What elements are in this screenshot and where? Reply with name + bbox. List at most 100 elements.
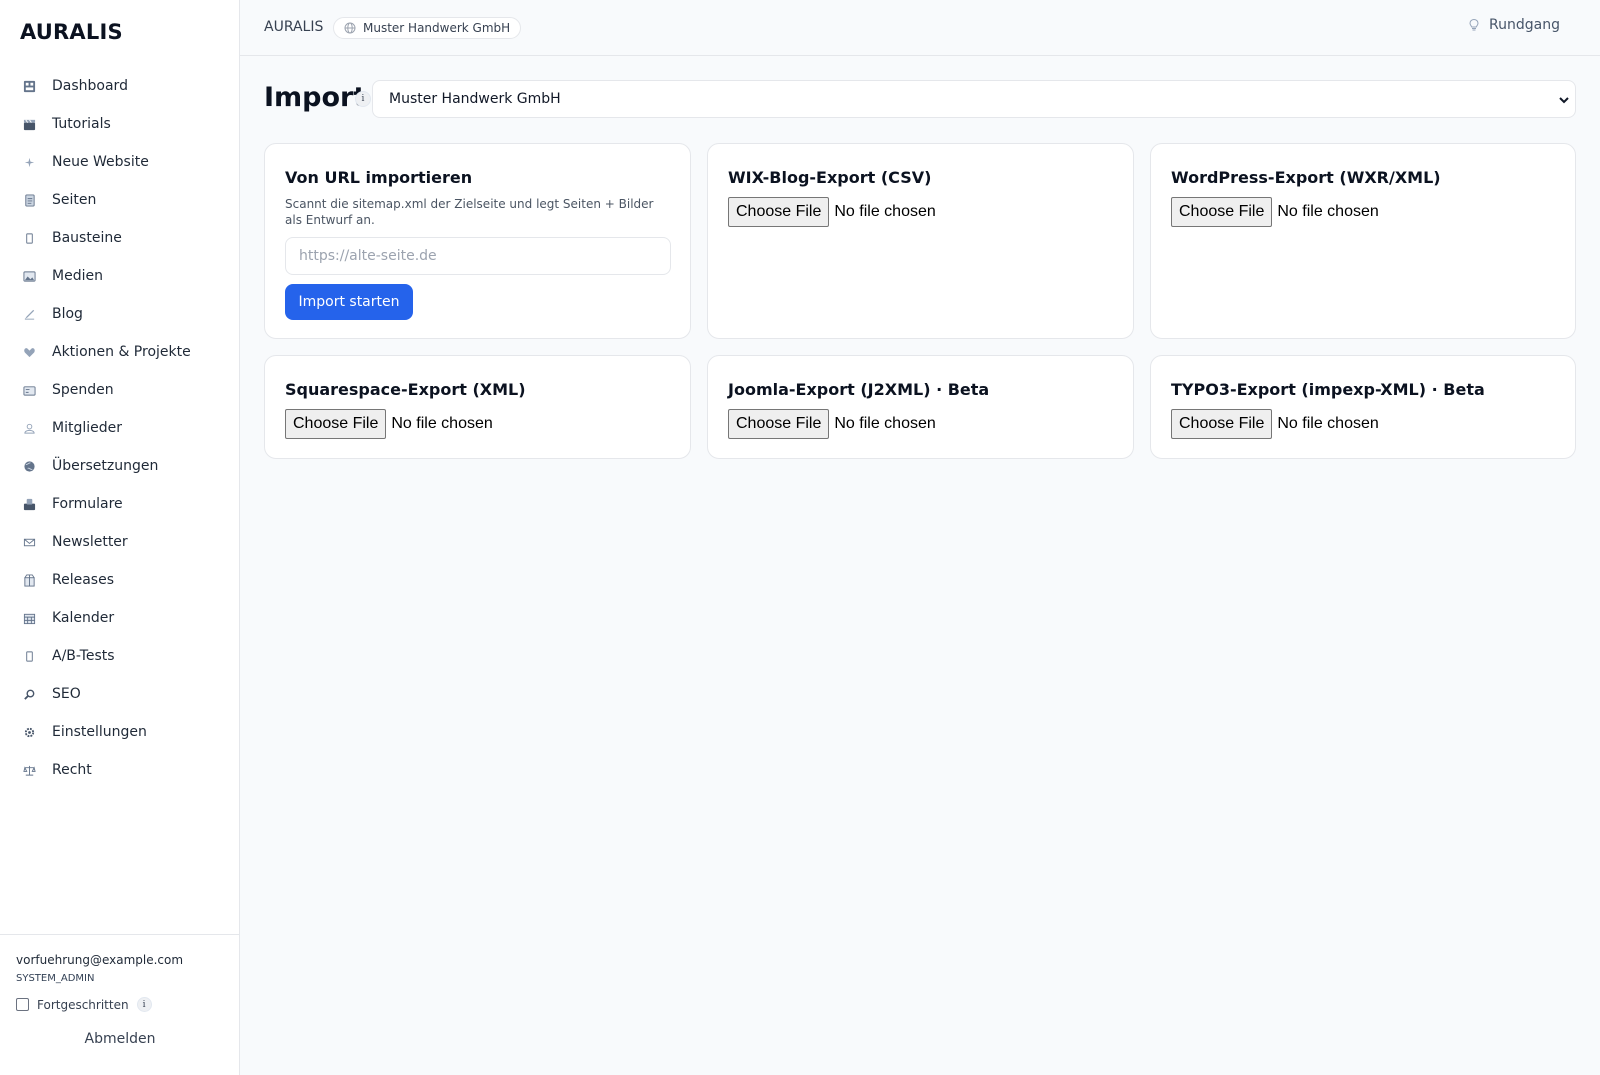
sparkle-icon [22,155,36,169]
sidebar-item-newsletter[interactable]: Newsletter [0,523,240,561]
advanced-checkbox[interactable] [16,998,29,1011]
url-input[interactable]: https://alte-seite.de [285,237,671,275]
sidebar-item-label: Neue Website [52,154,149,170]
file-input[interactable]: Choose File No file chosen [1171,197,1379,227]
file-status: No file chosen [834,203,936,220]
choose-file-button[interactable]: Choose File [1171,197,1273,227]
calendar-icon [22,611,36,625]
card-title: Von URL importieren [285,168,473,187]
sidebar-item-kalender[interactable]: Kalender [0,599,240,637]
brand-logo[interactable]: AURALIS [20,20,123,44]
site-select-value: Muster Handwerk GmbH [389,91,561,107]
sidebar: AURALIS Dashboard Tutorials Neue Website… [0,0,240,1075]
sidebar-item-spenden[interactable]: Spenden [0,371,240,409]
logout-button[interactable]: Abmelden [0,1031,240,1047]
sidebar-item-blog[interactable]: Blog [0,295,240,333]
topbar-app-name[interactable]: AURALIS [264,19,323,35]
card-title: Squarespace-Export (XML) [285,380,526,399]
sidebar-nav: Dashboard Tutorials Neue Website Seiten … [0,67,240,789]
sidebar-item-seo[interactable]: SEO [0,675,240,713]
people-icon [22,421,36,435]
file-status: No file chosen [391,415,493,432]
mail-icon [22,535,36,549]
file-input[interactable]: Choose File No file chosen [285,409,493,439]
import-start-button[interactable]: Import starten [285,284,413,320]
heart-icon [22,345,36,359]
scales-icon [22,763,36,777]
wix-import-card: WIX-Blog-Export (CSV) Choose File No fil… [707,143,1134,339]
sidebar-item-tutorials[interactable]: Tutorials [0,105,240,143]
sidebar-item-aktionen-projekte[interactable]: Aktionen & Projekte [0,333,240,371]
block-icon [22,231,36,245]
url-input-placeholder: https://alte-seite.de [299,248,437,264]
sidebar-item-uebersetzungen[interactable]: Übersetzungen [0,447,240,485]
form-icon [22,497,36,511]
choose-file-button[interactable]: Choose File [285,409,387,439]
squarespace-import-card: Squarespace-Export (XML) Choose File No … [264,355,691,459]
magnifier-icon [22,687,36,701]
sidebar-item-neue-website[interactable]: Neue Website [0,143,240,181]
file-input[interactable]: Choose File No file chosen [1171,409,1379,439]
info-icon[interactable]: i [136,997,152,1012]
user-role: SYSTEM_ADMIN [16,973,95,984]
image-icon [22,269,36,283]
lightbulb-icon [1469,18,1479,31]
sidebar-item-releases[interactable]: Releases [0,561,240,599]
card-icon [22,383,36,397]
site-select[interactable]: Muster Handwerk GmbH [372,80,1576,118]
advanced-label: Fortgeschritten [37,997,129,1012]
dashboard-icon [22,79,36,93]
chevron-down-icon [1559,97,1569,104]
pen-icon [22,307,36,321]
file-status: No file chosen [1277,415,1379,432]
file-input[interactable]: Choose File No file chosen [728,409,936,439]
site-pill-label: Muster Handwerk GmbH [363,21,511,35]
choose-file-button[interactable]: Choose File [1171,409,1273,439]
sidebar-item-label: Blog [52,306,83,322]
sidebar-item-einstellungen[interactable]: Einstellungen [0,713,240,751]
gear-icon [22,725,36,739]
page-icon [22,193,36,207]
sidebar-item-label: Spenden [52,382,114,398]
wordpress-import-card: WordPress-Export (WXR/XML) Choose File N… [1150,143,1576,339]
split-icon [22,649,36,663]
tour-button[interactable]: Rundgang [1467,17,1560,33]
globe-icon [22,459,36,473]
choose-file-button[interactable]: Choose File [728,409,830,439]
sidebar-item-label: Mitglieder [52,420,122,436]
sidebar-item-label: Übersetzungen [52,458,159,474]
sidebar-item-ab-tests[interactable]: A/B-Tests [0,637,240,675]
info-icon[interactable]: i [355,91,371,107]
card-description: Scannt die sitemap.xml der Zielseite und… [285,197,654,227]
site-pill[interactable]: Muster Handwerk GmbH [333,17,522,39]
sidebar-item-label: Dashboard [52,78,128,94]
user-email: vorfuehrung@example.com [16,953,184,967]
tour-label: Rundgang [1489,17,1560,33]
sidebar-item-label: Recht [52,762,92,778]
page-title: Import [264,82,367,113]
topbar: AURALIS Muster Handwerk GmbH Rundgang [240,0,1600,56]
choose-file-button[interactable]: Choose File [728,197,830,227]
typo3-import-card: TYPO3-Export (impexp-XML) · Beta Choose … [1150,355,1576,459]
sidebar-item-formulare[interactable]: Formulare [0,485,240,523]
file-status: No file chosen [834,415,936,432]
card-title: Joomla-Export (J2XML) · Beta [728,380,990,399]
advanced-toggle[interactable]: Fortgeschritten i [16,997,152,1012]
sidebar-item-label: A/B-Tests [52,648,115,664]
sidebar-item-label: Medien [52,268,103,284]
sidebar-item-label: Einstellungen [52,724,147,740]
sidebar-item-medien[interactable]: Medien [0,257,240,295]
sidebar-item-bausteine[interactable]: Bausteine [0,219,240,257]
sidebar-item-label: SEO [52,686,81,702]
globe-icon [344,22,356,34]
sidebar-item-dashboard[interactable]: Dashboard [0,67,240,105]
sidebar-item-label: Aktionen & Projekte [52,344,191,360]
card-title: TYPO3-Export (impexp-XML) · Beta [1171,380,1485,399]
sidebar-item-label: Releases [52,572,114,588]
file-input[interactable]: Choose File No file chosen [728,197,936,227]
sidebar-item-seiten[interactable]: Seiten [0,181,240,219]
sidebar-item-recht[interactable]: Recht [0,751,240,789]
sidebar-item-label: Seiten [52,192,97,208]
sidebar-footer: vorfuehrung@example.com SYSTEM_ADMIN For… [0,934,240,1075]
sidebar-item-mitglieder[interactable]: Mitglieder [0,409,240,447]
